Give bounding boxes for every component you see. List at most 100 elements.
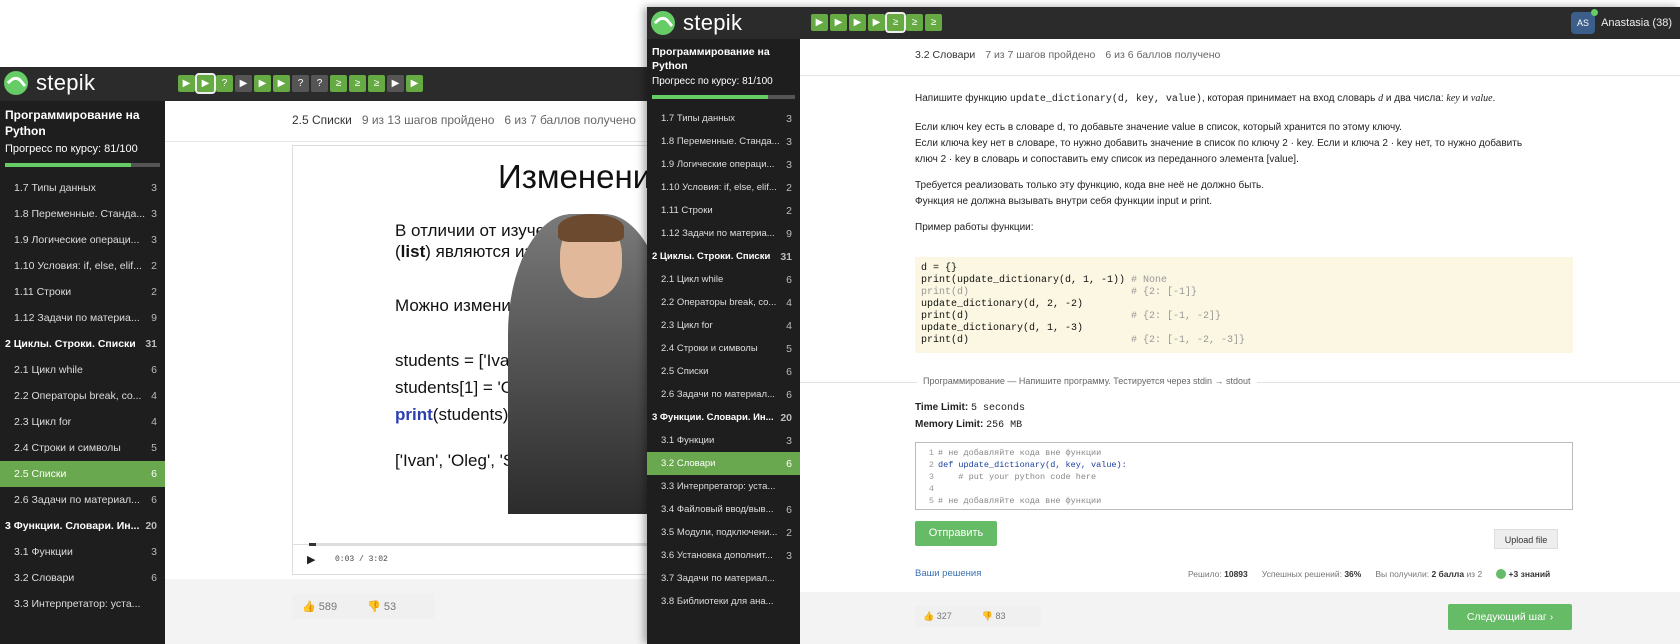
sidebar-item[interactable]: 3.3 Интерпретатор: уста... — [0, 591, 165, 617]
sidebar-item[interactable]: 3.6 Установка дополнит... 3 — [647, 544, 800, 567]
step-6-icon[interactable]: ≥ — [906, 14, 923, 31]
sidebar-item[interactable]: 3.5 Модули, подключени... 2 — [647, 521, 800, 544]
stepik-logo[interactable]: stepik — [4, 70, 95, 96]
sidebar-item-label: 2.4 Строки и символы — [661, 343, 758, 354]
sidebar-section[interactable]: 3 Функции. Словари. Ин... 20 — [0, 513, 165, 539]
dislike-button[interactable]: 👎 83 — [982, 611, 1020, 622]
step-5-icon[interactable]: ▶ — [254, 75, 271, 92]
video-controls: ▶ 0:03 / 3:02 — [293, 543, 659, 574]
sidebar-item[interactable]: 2.2 Операторы break, co... 4 — [0, 383, 165, 409]
points-earned: 6 из 7 баллов получено — [504, 113, 636, 127]
upload-file-button[interactable]: Upload file — [1494, 529, 1558, 549]
sidebar-item-count: 2 — [786, 181, 792, 194]
editor-line[interactable]: 3 # put your python code here — [916, 471, 1572, 483]
sidebar-item-label: 1.8 Переменные. Станда... — [661, 136, 780, 147]
step-5-icon[interactable]: ≥ — [885, 12, 906, 33]
editor-line[interactable]: 2 def update_dictionary(d, key, value): — [916, 459, 1572, 471]
step-2-icon[interactable]: ▶ — [195, 73, 216, 94]
sidebar-item[interactable]: 1.7 Типы данных 3 — [0, 175, 165, 201]
sidebar-item[interactable]: 1.11 Строки 2 — [647, 199, 800, 222]
sidebar-item[interactable]: 1.12 Задачи по материа... 9 — [647, 222, 800, 245]
sidebar-item[interactable]: 3.7 Задачи по материал... — [647, 567, 800, 590]
stepik-logo[interactable]: stepik — [651, 10, 742, 36]
dislike-button[interactable]: 👎 53 — [367, 600, 410, 613]
sidebar-item[interactable]: 2.5 Списки 6 — [0, 461, 165, 487]
step-9-icon[interactable]: ≥ — [330, 75, 347, 92]
sidebar-item-count: 6 — [151, 468, 157, 480]
sidebar-item[interactable]: 2.1 Цикл while 6 — [0, 357, 165, 383]
sidebar-item[interactable]: 2.6 Задачи по материал... 6 — [647, 383, 800, 406]
step-6-icon[interactable]: ▶ — [273, 75, 290, 92]
user-menu[interactable]: AS Anastasia (38) — [1571, 9, 1672, 34]
code-line: update_dictionary(d, 2, -2) — [921, 299, 1084, 310]
sidebar-section[interactable]: 2 Циклы. Строки. Списки 31 — [0, 331, 165, 357]
step-4-icon[interactable]: ▶ — [868, 14, 885, 31]
step-2-icon[interactable]: ▶ — [830, 14, 847, 31]
sidebar-item[interactable]: 1.10 Условия: if, else, elif... 2 — [647, 176, 800, 199]
sidebar-item-count: 3 — [786, 158, 792, 171]
sidebar-item[interactable]: 1.9 Логические операци... 3 — [647, 153, 800, 176]
step-13-icon[interactable]: ▶ — [406, 75, 423, 92]
step-3-icon[interactable]: ▶ — [849, 14, 866, 31]
step-1-icon[interactable]: ▶ — [811, 14, 828, 31]
sidebar-item[interactable]: 3.2 Словари 6 — [0, 565, 165, 591]
sidebar-item[interactable]: 2.4 Строки и символы 5 — [647, 337, 800, 360]
step-12-icon[interactable]: ▶ — [387, 75, 404, 92]
like-button[interactable]: 👍 327 — [923, 611, 966, 622]
sidebar-section[interactable]: 2 Циклы. Строки. Списки 31 — [647, 245, 800, 268]
sidebar-item[interactable]: 2.3 Цикл for 4 — [0, 409, 165, 435]
sidebar-item[interactable]: 1.9 Логические операци... 3 — [0, 227, 165, 253]
sidebar-item[interactable]: 1.12 Задачи по материа... 9 — [0, 305, 165, 331]
sidebar-item[interactable]: 1.11 Строки 2 — [0, 279, 165, 305]
sidebar-item[interactable]: 1.7 Типы данных 3 — [647, 107, 800, 130]
sidebar-item[interactable]: 1.8 Переменные. Станда... 3 — [647, 130, 800, 153]
sidebar-section[interactable]: 3 Функции. Словари. Ин... 20 — [647, 406, 800, 429]
video-slide[interactable]: Изменени В отличии от изученн (list) явл… — [292, 145, 660, 575]
editor-line[interactable]: 5 # не добавляйте кода вне функции — [916, 495, 1572, 507]
code-line: print(d) # {2: [-1]} — [921, 287, 1198, 298]
step-8-icon[interactable]: ? — [311, 75, 328, 92]
step-10-icon[interactable]: ≥ — [349, 75, 366, 92]
reactions: 👍 589 👎 53 — [292, 594, 435, 619]
lesson-title: 3.2 Словари — [915, 49, 976, 61]
sidebar-item-label: 1.9 Логические операци... — [14, 234, 140, 246]
sidebar-item[interactable]: 2.2 Операторы break, co... 4 — [647, 291, 800, 314]
sidebar-item[interactable]: 1.8 Переменные. Станда... 3 — [0, 201, 165, 227]
stepik-logo-icon — [4, 71, 28, 95]
sidebar-item[interactable]: 3.1 Функции 3 — [647, 429, 800, 452]
submit-button[interactable]: Отправить — [915, 521, 997, 546]
course-title[interactable]: Программирование на Python — [652, 45, 795, 73]
sidebar-item[interactable]: 3.4 Файловый ввод/выв... 6 — [647, 498, 800, 521]
step-7-icon[interactable]: ? — [292, 75, 309, 92]
step-4-icon[interactable]: ▶ — [235, 75, 252, 92]
limits: Time Limit: 5 seconds Memory Limit: 256 … — [915, 402, 1025, 431]
sidebar-item[interactable]: 2.3 Цикл for 4 — [647, 314, 800, 337]
course-title[interactable]: Программирование на Python — [5, 107, 160, 139]
editor-line[interactable]: 4 — [916, 483, 1572, 495]
sidebar-item-label: 3 Функции. Словари. Ин... — [5, 520, 140, 532]
sidebar-item-count: 2 — [786, 526, 792, 539]
sidebar-item[interactable]: 3.8 Библиотеки для ана... — [647, 590, 800, 613]
editor-line[interactable]: 1 # не добавляйте кода вне функции — [916, 447, 1572, 459]
sidebar-item[interactable]: 2.5 Списки 6 — [647, 360, 800, 383]
sidebar-item[interactable]: 2.4 Строки и символы 5 — [0, 435, 165, 461]
play-icon[interactable]: ▶ — [307, 553, 315, 566]
step-1-icon[interactable]: ▶ — [178, 75, 195, 92]
sidebar-item-count: 4 — [151, 416, 157, 428]
sidebar-item[interactable]: 3.1 Функции 3 — [0, 539, 165, 565]
step-3-icon[interactable]: ? — [216, 75, 233, 92]
code-editor[interactable]: 1 # не добавляйте кода вне функции 2 def up… — [915, 442, 1573, 510]
sidebar-item[interactable]: 2.1 Цикл while 6 — [647, 268, 800, 291]
next-step-button[interactable]: Следующий шаг › — [1448, 604, 1572, 630]
sidebar-item[interactable]: 1.10 Условия: if, else, elif... 2 — [0, 253, 165, 279]
step-7-icon[interactable]: ≥ — [925, 14, 942, 31]
your-solutions-link[interactable]: Ваши решения — [915, 568, 981, 579]
sidebar-item-label: 3.6 Установка дополнит... — [661, 550, 773, 561]
sidebar-item[interactable]: 3.3 Интерпретатор: уста... — [647, 475, 800, 498]
sidebar-item[interactable]: 2.6 Задачи по материал... 6 — [0, 487, 165, 513]
sidebar-item[interactable]: 3.2 Словари 6 — [647, 452, 800, 475]
course-sidebar: Программирование на Python Прогресс по к… — [0, 101, 165, 644]
course-header: Программирование на Python Прогресс по к… — [0, 101, 165, 175]
step-11-icon[interactable]: ≥ — [368, 75, 385, 92]
like-button[interactable]: 👍 589 — [302, 600, 351, 613]
